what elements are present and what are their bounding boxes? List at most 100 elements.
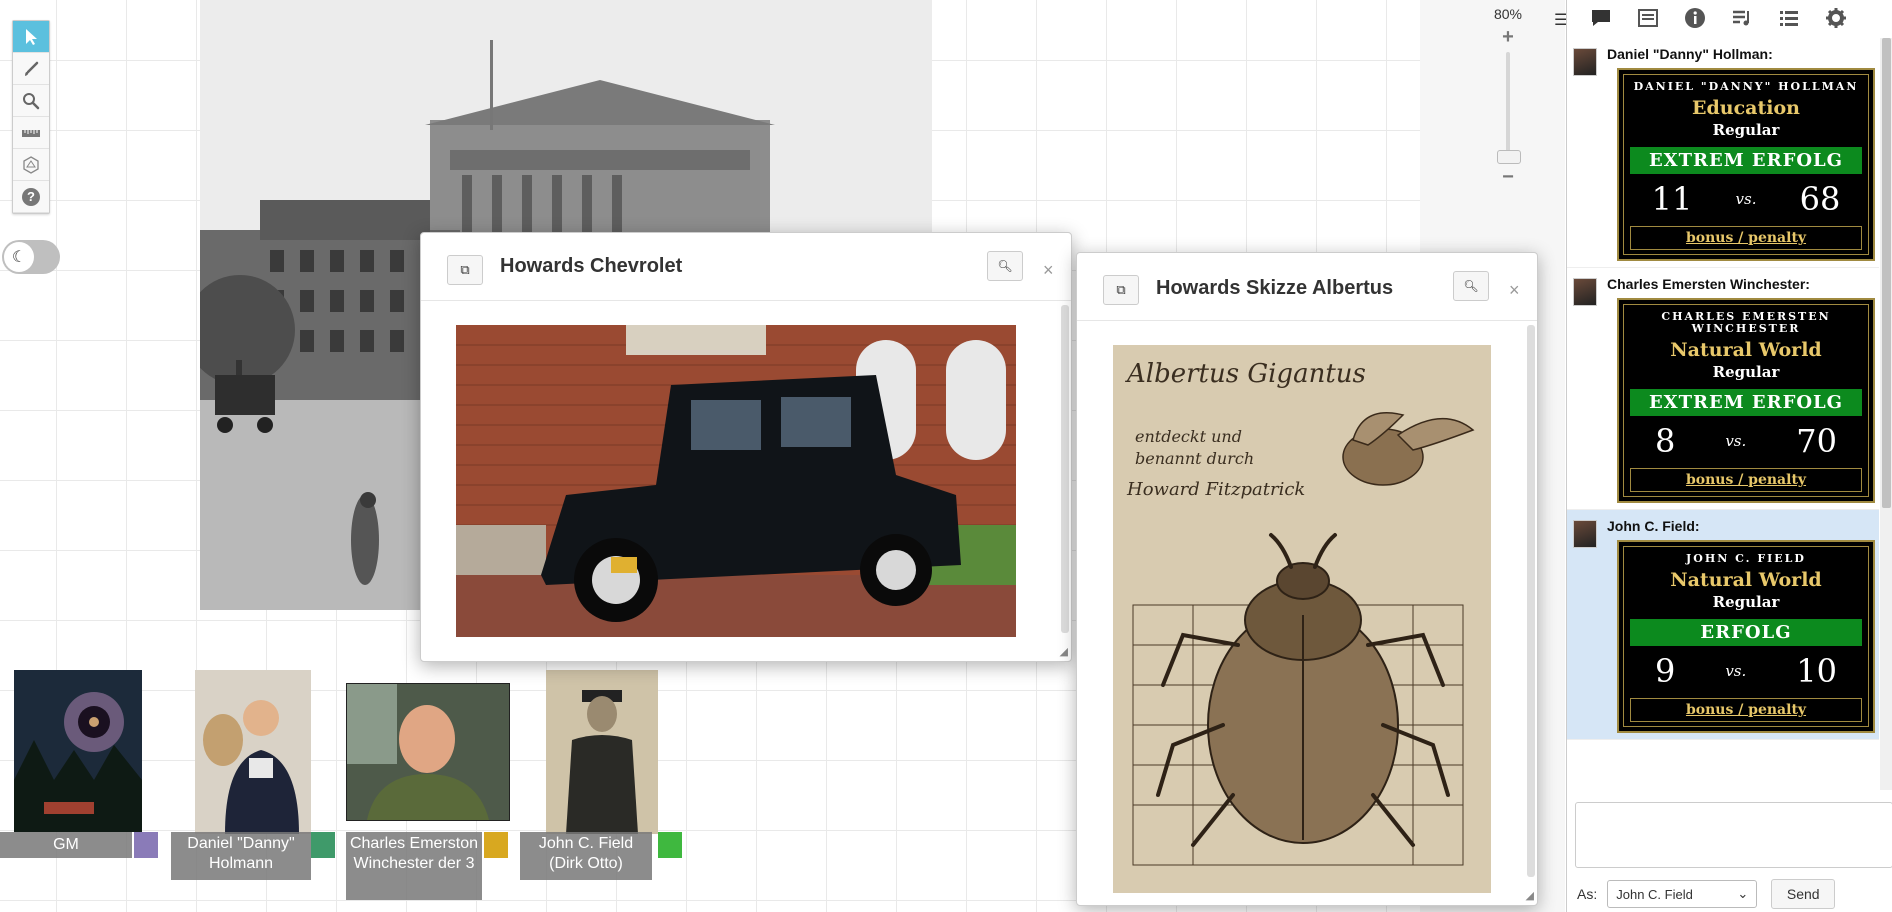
chat-scrollbar-thumb[interactable] (1882, 38, 1891, 508)
zoom-slider-handle[interactable] (1497, 150, 1521, 164)
speak-as-row: As: John C. Field ⌄ Send (1577, 879, 1887, 909)
roll-character: DANIEL "DANNY" HOLLMAN (1633, 80, 1859, 93)
help-glyph: ? (22, 187, 40, 206)
roll-result: ERFOLG (1630, 619, 1862, 646)
dice-icon[interactable] (13, 149, 49, 181)
roll-target: 68 (1799, 180, 1841, 218)
token-name: GM (0, 832, 132, 858)
resize-grip[interactable]: ◢ (1060, 645, 1068, 658)
message-sender: Charles Emersten Winchester: (1607, 276, 1810, 292)
popout-button[interactable]: ⧉ (447, 255, 483, 285)
zoom-in-button[interactable]: + (1495, 26, 1521, 48)
roll-skill: Natural World (1670, 339, 1822, 361)
token-name: Daniel "Danny" Holmann (171, 832, 311, 880)
roll-difficulty: Regular (1712, 121, 1780, 139)
bonus-penalty-link[interactable]: bonus / penalty (1630, 698, 1862, 722)
tab-settings[interactable] (1812, 2, 1859, 34)
chat-icon (1591, 10, 1610, 26)
tab-journal[interactable] (1624, 2, 1671, 34)
speak-as-select[interactable]: John C. Field ⌄ (1607, 880, 1758, 908)
token-name: John C. Field (Dirk Otto) (520, 832, 652, 880)
list-icon (1779, 11, 1798, 26)
roll-card: DANIEL "DANNY" HOLLMAN Education Regular… (1617, 68, 1875, 261)
info-icon (1684, 8, 1705, 28)
roll-result: EXTREM ERFOLG (1630, 147, 1862, 174)
zoom-control: 80% + − (1486, 6, 1530, 196)
zoom-out-button[interactable]: − (1495, 166, 1521, 188)
night-mode-toggle[interactable]: ☾ (2, 240, 60, 274)
tab-jukebox[interactable] (1718, 2, 1765, 34)
token-color-chip (311, 832, 335, 858)
avatar (1573, 278, 1597, 306)
chevron-down-icon: ⌄ (1737, 886, 1749, 901)
message-sender: John C. Field: (1607, 518, 1700, 534)
zoom-level: 80% (1493, 6, 1523, 22)
avatar (1573, 520, 1597, 548)
token-portrait (546, 670, 658, 834)
magnifier-icon: 🔍︎ (1463, 279, 1479, 293)
handout-scrollbar[interactable] (1527, 325, 1535, 877)
beetle-sketch (1132, 412, 1475, 866)
roll-value: 11 (1651, 180, 1693, 218)
handout-title: Howards Skizze Albertus (1156, 277, 1394, 299)
speak-as-label: As: (1577, 886, 1598, 902)
avatar (1573, 48, 1597, 76)
roll-character: JOHN C. FIELD (1686, 552, 1806, 565)
tab-chat[interactable] (1577, 2, 1624, 34)
handout-chevrolet[interactable]: ⧉ Howards Chevrolet 🔍︎ × ◢ (420, 232, 1072, 662)
send-button[interactable]: Send (1771, 879, 1836, 909)
roll-card: JOHN C. FIELD Natural World Regular ERFO… (1617, 540, 1875, 733)
sidebar-tabs (1567, 0, 1892, 36)
tab-list[interactable] (1765, 2, 1812, 34)
roll-difficulty: Regular (1712, 593, 1780, 611)
chat-sidebar: Daniel "Danny" Hollman: DANIEL "DANNY" H… (1566, 0, 1892, 912)
message-sender: Daniel "Danny" Hollman: (1607, 46, 1773, 62)
token-portrait (195, 670, 311, 834)
roll-value: 9 (1654, 652, 1676, 690)
speak-as-value: John C. Field (1616, 886, 1693, 902)
roll-vs: vs. (1725, 432, 1747, 450)
resize-grip[interactable]: ◢ (1526, 889, 1534, 902)
close-button[interactable]: × (1043, 260, 1054, 281)
handout-image-sketch: Albertus Gigantus entdeckt und benannt d… (1113, 345, 1491, 893)
handout-zoom-button[interactable]: 🔍︎ (987, 251, 1023, 281)
handout-header: ⧉ Howards Skizze Albertus 🔍︎ × (1077, 253, 1537, 321)
game-canvas[interactable]: ? ☾ 80% + − ☰ GM Daniel "Danny" Holmann … (0, 0, 1568, 912)
token-color-chip (484, 832, 508, 858)
chat-message: Daniel "Danny" Hollman: DANIEL "DANNY" H… (1567, 38, 1879, 268)
help-icon[interactable]: ? (13, 181, 49, 213)
popout-button[interactable]: ⧉ (1103, 275, 1139, 305)
chat-message: John C. Field: JOHN C. FIELD Natural Wor… (1567, 510, 1879, 740)
roll-difficulty: Regular (1712, 363, 1780, 381)
close-button[interactable]: × (1509, 280, 1520, 301)
chat-message: Charles Emersten Winchester: CHARLES EME… (1567, 268, 1879, 510)
bonus-penalty-link[interactable]: bonus / penalty (1630, 226, 1862, 250)
select-arrow-icon[interactable] (13, 21, 49, 53)
journal-icon (1637, 9, 1658, 27)
token-portrait (346, 683, 510, 821)
handout-scrollbar[interactable] (1061, 305, 1069, 633)
roll-value: 8 (1654, 422, 1676, 460)
token-portrait (14, 670, 142, 832)
roll-skill: Natural World (1670, 569, 1822, 591)
handout-title: Howards Chevrolet (500, 255, 683, 277)
roll-result: EXTREM ERFOLG (1630, 389, 1862, 416)
ruler-icon[interactable] (13, 117, 49, 149)
brush-icon[interactable] (13, 53, 49, 85)
chat-input[interactable] (1575, 802, 1892, 868)
handout-zoom-button[interactable]: 🔍︎ (1453, 271, 1489, 301)
tab-info[interactable] (1671, 2, 1718, 34)
chat-scrollbar[interactable] (1880, 38, 1892, 790)
settings-icon (1825, 8, 1846, 28)
roll-card: CHARLES EMERSTEN WINCHESTER Natural Worl… (1617, 298, 1875, 503)
zoom-slider[interactable] (1497, 52, 1521, 164)
popout-icon: ⧉ (1116, 282, 1126, 297)
zoom-icon[interactable] (13, 85, 49, 117)
bonus-penalty-link[interactable]: bonus / penalty (1630, 468, 1862, 492)
jukebox-icon (1732, 10, 1749, 26)
handout-albertus[interactable]: ⧉ Howards Skizze Albertus 🔍︎ × Albertus … (1076, 252, 1538, 906)
chat-log[interactable]: Daniel "Danny" Hollman: DANIEL "DANNY" H… (1567, 38, 1879, 790)
roll-skill: Education (1692, 97, 1800, 119)
popout-icon: ⧉ (460, 262, 470, 277)
roll-character: CHARLES EMERSTEN WINCHESTER (1661, 310, 1831, 335)
